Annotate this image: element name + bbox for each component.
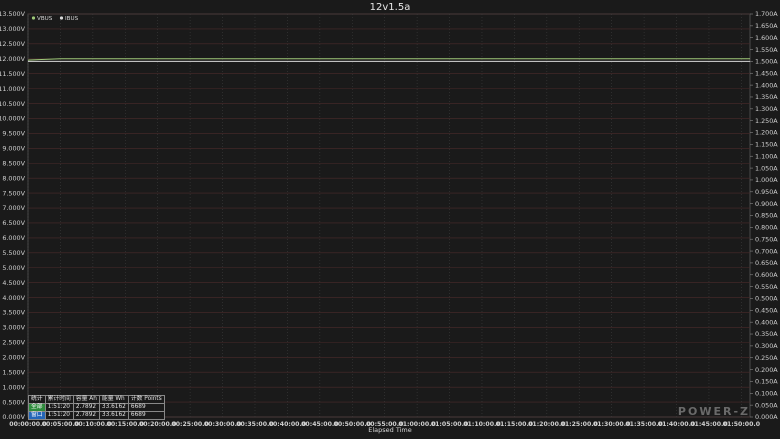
stats-cell-wh: 33.6162 bbox=[98, 403, 129, 412]
y-right-tick-label: 0.750A bbox=[755, 235, 778, 243]
y-axis-left: 0.000V 0.500V 1.000V 1.500V 2.000V 2.500V 3.00… bbox=[0, 10, 26, 421]
x-tick-label: 01:50:00.0 bbox=[723, 421, 761, 428]
y-right-tick-label: 1.450A bbox=[755, 69, 778, 77]
grid bbox=[27, 13, 751, 418]
y-left-tick-label: 8.000V bbox=[2, 174, 25, 182]
y-left-tick-label: 13.500V bbox=[0, 10, 26, 18]
y-left-tick-label: 4.500V bbox=[2, 279, 25, 287]
y-right-tick-label: 0.600A bbox=[755, 271, 778, 279]
stats-row-label: 全部 bbox=[28, 403, 46, 412]
stats-header-row: 统计 累计时间 容量 Ah 能量 Wh 计数 Points bbox=[28, 395, 165, 404]
y-right-tick-label: 1.000A bbox=[755, 176, 778, 184]
y-right-tick-label: 0.050A bbox=[755, 401, 778, 409]
y-right-tick-label: 1.250A bbox=[755, 117, 778, 125]
stats-header: 累计时间 bbox=[44, 395, 74, 404]
y-left-tick-label: 3.000V bbox=[2, 324, 25, 332]
legend-marker-ibus bbox=[59, 16, 64, 20]
y-axis-right: 0.000A 0.050A 0.100A 0.150A 0.200A 0.250A 0.30… bbox=[750, 10, 778, 421]
y-right-tick-label: 1.500A bbox=[755, 58, 778, 66]
stats-cell-ah: 2.7892 bbox=[72, 411, 100, 420]
y-left-tick-label: 7.000V bbox=[2, 204, 25, 212]
y-right-tick-label: 0.250A bbox=[755, 354, 778, 362]
y-right-tick-label: 1.150A bbox=[755, 141, 778, 149]
legend-marker-vbus bbox=[31, 16, 36, 20]
y-left-tick-label: 12.000V bbox=[0, 55, 26, 63]
stats-cell-points: 6689 bbox=[127, 403, 165, 412]
y-right-tick-label: 0.700A bbox=[755, 247, 778, 255]
y-right-tick-label: 1.550A bbox=[755, 46, 778, 54]
y-right-tick-label: 0.400A bbox=[755, 318, 778, 326]
y-right-tick-label: 0.200A bbox=[755, 366, 778, 374]
x-axis-label: Elapsed Time bbox=[368, 426, 412, 434]
y-left-tick-label: 0.500V bbox=[2, 398, 25, 406]
stats-header: 能量 Wh bbox=[98, 395, 129, 404]
stats-table: 统计 累计时间 容量 Ah 能量 Wh 计数 Points 全部 1:51:20… bbox=[28, 395, 165, 420]
stats-cell-time: 1:51:20 bbox=[44, 411, 74, 420]
y-right-tick-label: 0.350A bbox=[755, 330, 778, 338]
stats-cell-points: 6689 bbox=[127, 411, 165, 420]
y-right-tick-label: 1.200A bbox=[755, 129, 778, 137]
y-left-tick-label: 6.500V bbox=[2, 219, 25, 227]
stats-cell-time: 1:51:20 bbox=[44, 403, 74, 412]
y-right-tick-label: 1.650A bbox=[755, 22, 778, 30]
y-left-tick-label: 1.000V bbox=[2, 383, 25, 391]
chart: 12v1.5a 0.000V 0.500V 1.000V 1.500V 2.000V 2.… bbox=[0, 2, 778, 434]
y-right-tick-label: 0.850A bbox=[755, 212, 778, 220]
chart-title: 12v1.5a bbox=[370, 2, 411, 13]
stats-row-total: 全部 1:51:20 2.7892 33.6162 6689 bbox=[28, 403, 165, 412]
y-right-tick-label: 0.800A bbox=[755, 224, 778, 232]
y-left-tick-label: 12.500V bbox=[0, 40, 26, 48]
stats-header: 容量 Ah bbox=[72, 395, 100, 404]
stats-cell-ah: 2.7892 bbox=[72, 403, 100, 412]
y-left-tick-label: 5.000V bbox=[2, 264, 25, 272]
y-left-tick-label: 6.000V bbox=[2, 234, 25, 242]
y-right-tick-label: 1.400A bbox=[755, 81, 778, 89]
y-left-tick-label: 11.500V bbox=[0, 70, 26, 78]
y-left-tick-label: 1.500V bbox=[2, 368, 25, 376]
y-left-tick-label: 9.000V bbox=[2, 145, 25, 153]
y-right-tick-label: 1.050A bbox=[755, 164, 778, 172]
y-left-tick-label: 4.000V bbox=[2, 294, 25, 302]
y-right-tick-label: 1.600A bbox=[755, 34, 778, 42]
y-left-tick-label: 10.000V bbox=[0, 115, 26, 123]
y-right-tick-label: 0.900A bbox=[755, 200, 778, 208]
y-right-tick-label: 0.500A bbox=[755, 295, 778, 303]
y-left-tick-label: 10.500V bbox=[0, 100, 26, 108]
y-left-tick-label: 11.000V bbox=[0, 85, 26, 93]
y-left-tick-label: 0.000V bbox=[2, 413, 25, 421]
y-right-tick-label: 1.350A bbox=[755, 93, 778, 101]
y-right-tick-label: 1.300A bbox=[755, 105, 778, 113]
y-right-tick-label: 0.100A bbox=[755, 389, 778, 397]
y-right-tick-label: 1.700A bbox=[755, 10, 778, 18]
stats-header: 计数 Points bbox=[127, 395, 165, 404]
y-right-tick-label: 1.100A bbox=[755, 152, 778, 160]
y-right-tick-label: 0.950A bbox=[755, 188, 778, 196]
y-left-tick-label: 5.500V bbox=[2, 249, 25, 257]
power-z-logo: POWER-Z bbox=[677, 405, 750, 418]
y-left-tick-label: 13.000V bbox=[0, 25, 26, 33]
y-left-tick-label: 3.500V bbox=[2, 309, 25, 317]
y-left-tick-label: 2.500V bbox=[2, 339, 25, 347]
stats-cell-wh: 33.6162 bbox=[98, 411, 129, 420]
legend-label-ibus: IBUS bbox=[65, 16, 79, 22]
plot-area bbox=[27, 13, 751, 418]
y-left-tick-label: 7.500V bbox=[2, 189, 25, 197]
y-left-tick-label: 8.500V bbox=[2, 159, 25, 167]
stats-header: 统计 bbox=[28, 395, 46, 404]
stats-row-label: 窗口 bbox=[28, 411, 46, 420]
y-right-tick-label: 0.550A bbox=[755, 283, 778, 291]
y-right-tick-label: 0.000A bbox=[755, 413, 778, 421]
stats-row-window: 窗口 1:51:20 2.7892 33.6162 6689 bbox=[28, 411, 165, 420]
y-right-tick-label: 0.150A bbox=[755, 378, 778, 386]
legend-label-vbus: VBUS bbox=[37, 16, 53, 22]
y-right-tick-label: 0.450A bbox=[755, 307, 778, 315]
y-left-tick-label: 9.500V bbox=[2, 130, 25, 138]
y-right-tick-label: 0.300A bbox=[755, 342, 778, 350]
y-left-tick-label: 2.000V bbox=[2, 353, 25, 361]
y-right-tick-label: 0.650A bbox=[755, 259, 778, 267]
